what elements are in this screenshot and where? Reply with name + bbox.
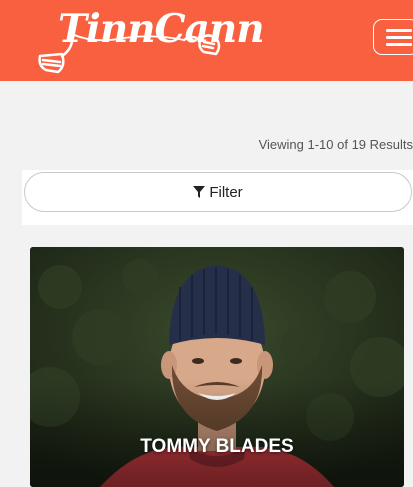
hamburger-icon [386,29,412,32]
profile-card[interactable]: TOMMY BLADES [30,247,404,487]
brand-logo[interactable]: TinnCann [34,4,265,76]
hamburger-icon-line [386,43,412,46]
filter-button[interactable]: Filter [24,172,412,212]
profile-name: TOMMY BLADES [140,436,294,457]
results-count: Viewing 1-10 of 19 Results [258,137,413,152]
hamburger-icon-line [386,36,412,39]
menu-button[interactable] [373,19,413,55]
site-header: TinnCann [0,0,413,81]
filter-label: Filter [209,183,243,201]
funnel-icon [193,186,206,198]
brand-name: TinnCann [58,6,265,52]
filter-panel: Filter [22,170,413,225]
